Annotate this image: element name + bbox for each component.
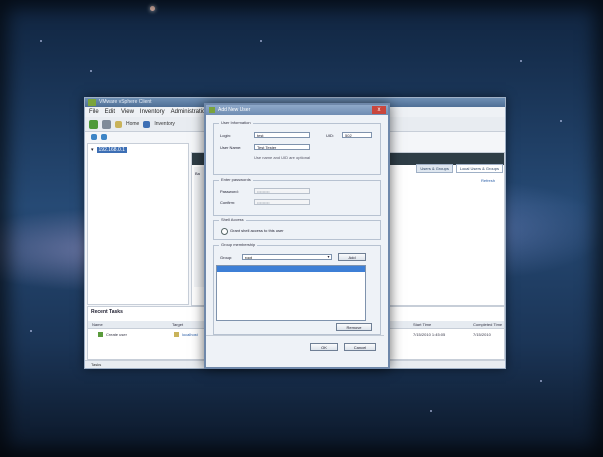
photo-vignette [0, 0, 603, 457]
